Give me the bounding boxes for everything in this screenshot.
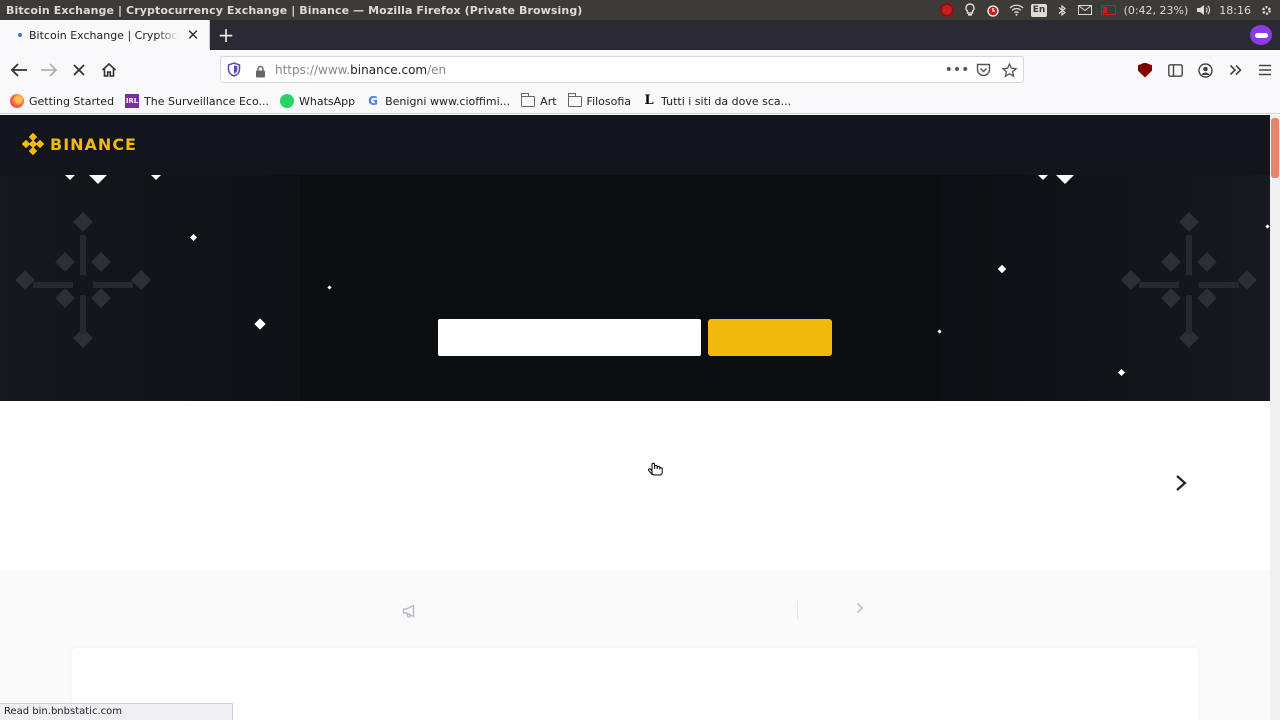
tab-title: Bitcoin Exchange | Cryptocurrency Exchan… — [29, 28, 179, 42]
clock[interactable]: 18:16 — [1219, 4, 1251, 17]
battery-icon[interactable] — [1100, 3, 1116, 18]
hero-banner — [0, 175, 1270, 401]
new-tab-plus-icon[interactable]: + — [216, 24, 236, 46]
system-tray: En (0:42, 23%) 18:16 — [940, 0, 1280, 20]
web-page: BINANCE — [0, 115, 1270, 720]
snow-flake — [327, 285, 332, 290]
snow-flake — [65, 175, 75, 180]
url-bar[interactable]: https://www.binance.com/en ••• — [220, 56, 1024, 83]
bookmark-label: Art — [540, 94, 557, 108]
folder-icon — [521, 92, 536, 107]
private-browsing-mask-icon — [1250, 25, 1272, 45]
bookmark-benigni[interactable]: G Benigni www.cioffimi... — [366, 94, 510, 108]
binance-logo[interactable]: BINANCE — [21, 132, 137, 156]
bookmark-tutti-i-siti[interactable]: L Tutti i siti da dove sca... — [642, 94, 791, 108]
keyboard-layout-indicator[interactable]: En — [1030, 3, 1048, 18]
chevron-right-icon[interactable] — [856, 601, 868, 619]
promo-carousel — [0, 401, 1270, 571]
tracking-protection-shield-icon[interactable] — [227, 62, 241, 77]
bookmarks-toolbar: Getting Started IRL The Surveillance Eco… — [0, 89, 1280, 114]
bookmark-label: Tutti i siti da dove sca... — [661, 94, 792, 108]
snow-flake — [151, 175, 161, 180]
bookmark-whatsapp[interactable]: WhatsApp — [279, 94, 356, 108]
hamburger-menu-icon[interactable] — [1250, 57, 1280, 83]
bookmark-label: Getting Started — [29, 94, 115, 108]
snow-flake — [1056, 175, 1074, 184]
pocket-icon[interactable] — [973, 60, 993, 80]
bookmark-folder-art[interactable]: Art — [521, 92, 557, 108]
chevron-right-icon[interactable] — [1170, 473, 1192, 497]
snowflake-ornament-icon — [1121, 212, 1257, 355]
site-header: BINANCE — [0, 115, 1270, 175]
bookmark-surveillance-eco[interactable]: IRL The Surveillance Eco... — [125, 94, 269, 108]
volume-icon[interactable] — [1196, 3, 1211, 18]
toolbar-extensions — [1130, 57, 1280, 83]
divider — [797, 601, 798, 619]
firefox-icon — [10, 94, 24, 108]
whatsapp-icon — [279, 94, 294, 108]
alarm-clock-icon[interactable] — [986, 3, 1001, 18]
record-indicator-icon[interactable] — [940, 3, 955, 18]
market-overview-card — [72, 648, 1198, 720]
lightbulb-icon[interactable] — [963, 3, 978, 18]
bookmark-label: Filosofia — [586, 94, 632, 108]
email-phone-input[interactable] — [438, 319, 701, 356]
mail-icon[interactable] — [1078, 3, 1093, 18]
logo-text: BINANCE — [50, 134, 137, 154]
url-text[interactable]: https://www.binance.com/en — [275, 63, 446, 77]
page-actions-ellipsis-icon[interactable]: ••• — [945, 60, 970, 80]
snowflake-ornament-icon — [15, 212, 151, 355]
sidebar-toggle-icon[interactable] — [1160, 57, 1190, 83]
scrollbar-thumb[interactable] — [1271, 118, 1279, 178]
bookmark-label: Benigni www.cioffimi... — [385, 94, 511, 108]
bookmark-folder-filosofia[interactable]: Filosofia — [567, 92, 632, 108]
hand-pointer-cursor-icon — [648, 462, 663, 476]
bookmark-label: WhatsApp — [298, 94, 356, 108]
snow-flake — [89, 175, 107, 184]
os-top-bar: Bitcoin Exchange | Cryptocurrency Exchan… — [0, 0, 1280, 20]
page-scrollbar[interactable] — [1270, 115, 1280, 720]
bookmark-label: The Surveillance Eco... — [144, 94, 269, 108]
system-settings-gear-icon[interactable] — [1259, 3, 1274, 18]
window-title: Bitcoin Exchange | Cryptocurrency Exchan… — [6, 3, 583, 17]
close-tab-icon[interactable]: ✕ — [185, 26, 201, 44]
letter-l-icon: L — [644, 93, 654, 108]
snow-flake — [1038, 175, 1048, 180]
forward-arrow-icon[interactable] — [36, 57, 62, 83]
get-started-button[interactable] — [708, 319, 832, 356]
tab-bar: Bitcoin Exchange | Cryptocurrency Exchan… — [0, 20, 1280, 50]
loading-dot-icon — [18, 33, 22, 37]
status-bar: Read bin.bnbstatic.com — [0, 703, 233, 720]
battery-status-text: (0:42, 23%) — [1123, 3, 1189, 17]
wifi-icon[interactable] — [1009, 3, 1024, 18]
lock-icon[interactable] — [255, 63, 266, 78]
stop-loading-icon[interactable] — [66, 57, 92, 83]
back-arrow-icon[interactable] — [6, 57, 32, 83]
folder-icon — [567, 92, 582, 107]
bookmark-star-icon[interactable] — [999, 60, 1019, 80]
tab-binance[interactable]: Bitcoin Exchange | Cryptocurrency Exchan… — [0, 20, 210, 50]
ublock-origin-icon[interactable] — [1130, 57, 1160, 83]
bookmark-getting-started[interactable]: Getting Started — [10, 94, 114, 108]
google-icon: G — [368, 94, 379, 108]
bluetooth-icon[interactable] — [1055, 3, 1070, 18]
navigation-toolbar: https://www.binance.com/en ••• — [0, 50, 1280, 89]
binance-diamond-icon — [21, 132, 45, 156]
account-icon[interactable] — [1190, 57, 1220, 83]
megaphone-icon — [402, 604, 420, 620]
overflow-chevrons-icon[interactable] — [1220, 57, 1250, 83]
irl-icon: IRL — [125, 94, 140, 108]
home-icon[interactable] — [96, 57, 122, 83]
